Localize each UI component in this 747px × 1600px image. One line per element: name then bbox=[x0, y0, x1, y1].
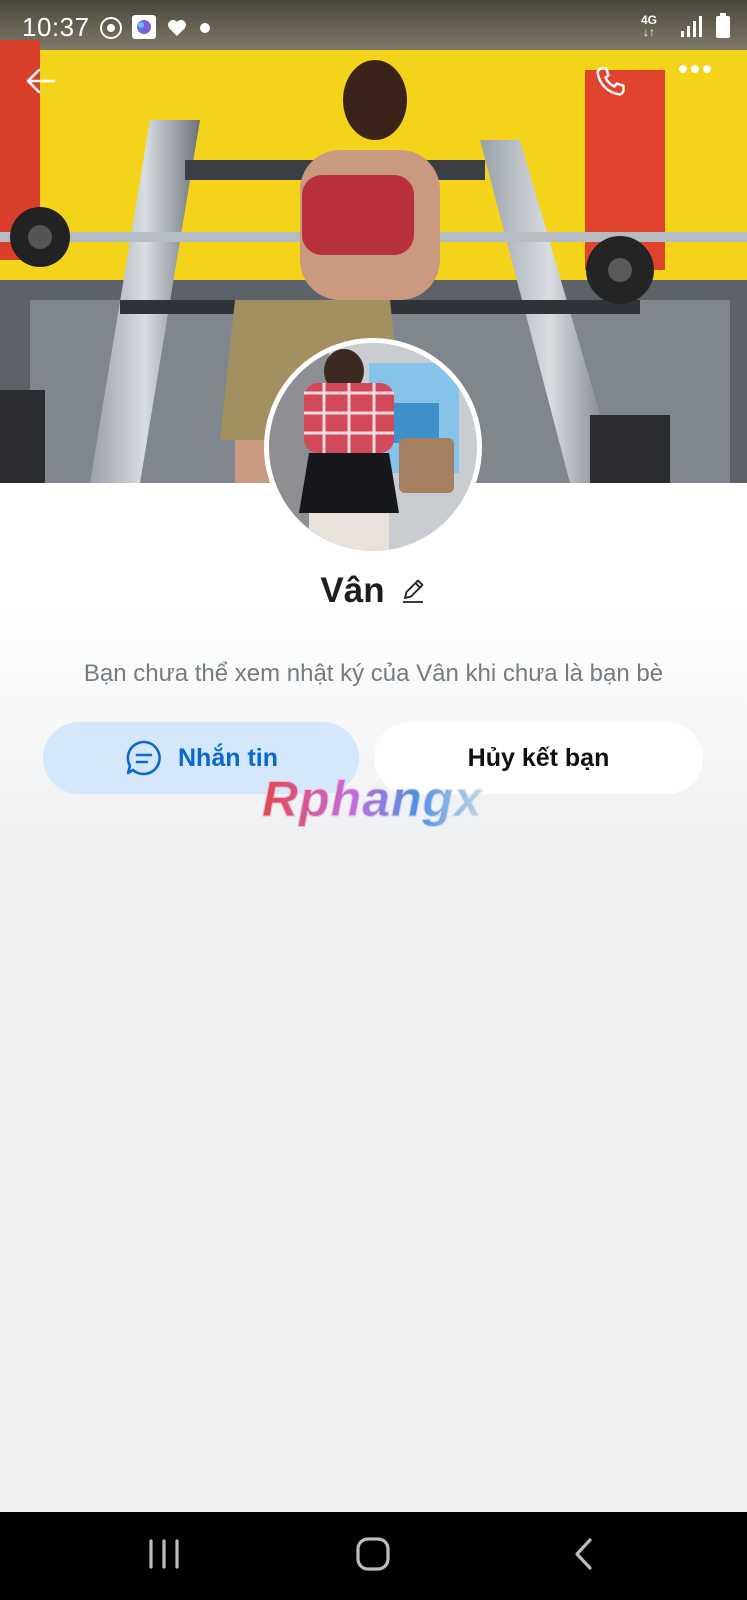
recents-icon bbox=[147, 1538, 181, 1575]
back-button[interactable] bbox=[24, 64, 74, 114]
battery-icon bbox=[715, 13, 731, 39]
call-button[interactable] bbox=[592, 64, 642, 114]
unfriend-button-label: Hủy kết bạn bbox=[467, 743, 610, 772]
status-time: 10:37 bbox=[22, 12, 90, 42]
watermark-logo: Rphangx bbox=[262, 771, 483, 828]
system-back-button[interactable] bbox=[553, 1532, 613, 1580]
chrome-icon bbox=[99, 16, 123, 40]
app-icon bbox=[131, 14, 157, 40]
heart-icon bbox=[165, 16, 189, 40]
chat-bubble-icon bbox=[124, 738, 164, 778]
name-row: Vân bbox=[0, 566, 747, 616]
pencil-icon[interactable] bbox=[399, 577, 427, 605]
status-bar: 10:37 4G ↓↑ bbox=[0, 0, 747, 56]
avatar[interactable] bbox=[264, 338, 482, 556]
profile-name: Vân bbox=[320, 571, 385, 610]
system-nav-bar bbox=[0, 1512, 747, 1600]
avatar-image bbox=[269, 343, 477, 551]
network-type: 4G ↓↑ bbox=[640, 13, 657, 39]
signal-icon bbox=[679, 15, 703, 39]
more-button[interactable] bbox=[678, 64, 728, 114]
back-chevron-icon bbox=[571, 1537, 595, 1576]
dot-icon bbox=[200, 23, 210, 33]
home-icon bbox=[355, 1536, 391, 1577]
timeline-notice: Bạn chưa thể xem nhật ký của Vân khi chư… bbox=[83, 660, 664, 687]
home-button[interactable] bbox=[343, 1532, 403, 1580]
message-button-label: Nhắn tin bbox=[178, 743, 278, 772]
recents-button[interactable] bbox=[134, 1532, 194, 1580]
